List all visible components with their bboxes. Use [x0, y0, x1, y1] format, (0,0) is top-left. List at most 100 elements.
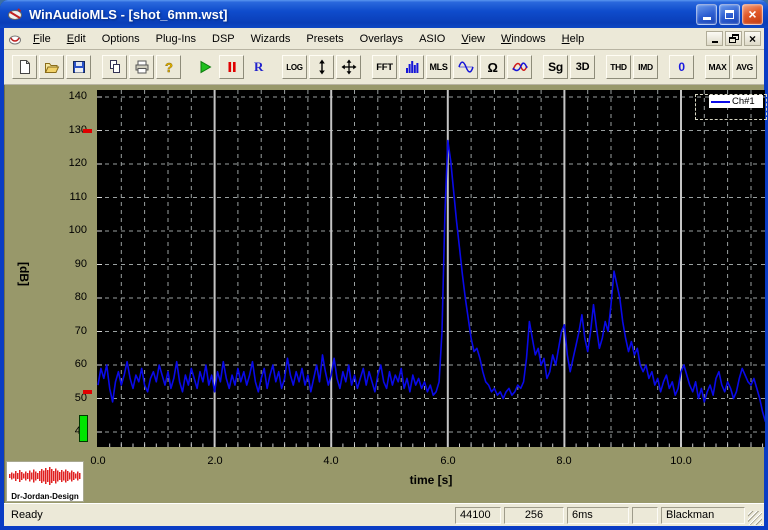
- mdi-minimize-icon: [711, 41, 718, 43]
- x-axis-label: time [s]: [409, 473, 453, 487]
- y-tick-label: 70: [74, 325, 87, 337]
- mls-button[interactable]: MLS: [426, 55, 451, 79]
- y-tick-label: 60: [74, 358, 87, 370]
- y-tick-label: 100: [68, 224, 87, 236]
- menu-bar: File Edit Options Plug-Ins DSP Wizards Presets…: [4, 28, 764, 50]
- resize-grip[interactable]: [748, 511, 762, 525]
- print-button[interactable]: [129, 55, 154, 79]
- log-scale-button[interactable]: LOG: [282, 55, 307, 79]
- legend-label: Ch#1: [732, 95, 755, 107]
- status-message: Ready: [11, 509, 43, 521]
- client-area: [dB] Ch#1 time [s] Dr-Jordan-Design 140 1…: [4, 85, 767, 503]
- imd-button[interactable]: IMD: [633, 55, 658, 79]
- menu-presets[interactable]: Presets: [298, 30, 351, 48]
- plot-area[interactable]: [97, 90, 767, 447]
- close-button[interactable]: ×: [742, 3, 763, 25]
- vendor-logo-text: Dr-Jordan-Design: [11, 492, 79, 501]
- help-icon: ?: [161, 59, 177, 75]
- mdi-close-button[interactable]: ×: [744, 31, 761, 46]
- menu-items: File Edit Options Plug-Ins DSP Wizards Presets…: [25, 30, 704, 48]
- menu-dsp[interactable]: DSP: [204, 30, 243, 48]
- menu-edit[interactable]: Edit: [59, 30, 94, 48]
- x-tick-label: 8.0: [556, 455, 572, 467]
- red-range-marker[interactable]: [83, 390, 92, 394]
- new-button[interactable]: [12, 55, 37, 79]
- thd-button[interactable]: THD: [606, 55, 631, 79]
- status-bar: Ready 44100 256 6ms Blackman: [4, 503, 764, 526]
- open-folder-icon: [44, 59, 60, 75]
- threed-button[interactable]: 3D: [570, 55, 595, 79]
- fft-button[interactable]: FFT: [372, 55, 397, 79]
- zero-button-label: 0: [678, 60, 685, 74]
- status-field-empty: [632, 506, 658, 524]
- impedance-button-label: Ω: [487, 59, 498, 75]
- zero-button[interactable]: 0: [669, 55, 694, 79]
- record-button[interactable]: R: [246, 55, 271, 79]
- toolbar: ? R LOG FFT MLS Ω Sg 3D THD IMD 0 MAX AVG: [4, 50, 764, 85]
- generator-button[interactable]: [453, 55, 478, 79]
- thd-button-label: THD: [610, 62, 627, 72]
- avg-button[interactable]: AVG: [732, 55, 757, 79]
- v-range-icon: [314, 59, 330, 75]
- red-range-marker[interactable]: [83, 129, 92, 133]
- fft-button-label: FFT: [376, 61, 393, 73]
- spectrum-button[interactable]: [399, 55, 424, 79]
- menu-help[interactable]: Help: [554, 30, 593, 48]
- max-button-label: MAX: [708, 62, 727, 72]
- title-bar[interactable]: WinAudioMLS - [shot_6mm.wst] ×: [0, 0, 768, 28]
- mdi-minimize-button[interactable]: [706, 31, 723, 46]
- sg-button[interactable]: Sg: [543, 55, 568, 79]
- signal-trace: [97, 139, 767, 423]
- menu-file[interactable]: File: [25, 30, 59, 48]
- legend-selection-frame[interactable]: Ch#1: [695, 94, 767, 120]
- y-tick-label: 80: [74, 291, 87, 303]
- menu-windows[interactable]: Windows: [493, 30, 554, 48]
- spectrum-bars-icon: [404, 59, 420, 75]
- pan-arrows-icon: [341, 59, 357, 75]
- mls-button-label: MLS: [429, 62, 448, 72]
- status-field-256: 256: [504, 506, 564, 524]
- y-tick-label: 120: [68, 157, 87, 169]
- save-floppy-icon: [71, 59, 87, 75]
- printer-icon: [134, 59, 150, 75]
- menu-asio[interactable]: ASIO: [411, 30, 453, 48]
- record-button-label: R: [253, 59, 264, 74]
- legend-box[interactable]: Ch#1: [709, 95, 763, 108]
- log-scale-button-label: LOG: [286, 62, 303, 72]
- x-tick-label: 4.0: [323, 455, 339, 467]
- maximize-button[interactable]: [719, 3, 740, 25]
- status-fields: 44100 256 6ms Blackman: [455, 506, 748, 524]
- menu-wizards[interactable]: Wizards: [243, 30, 299, 48]
- copy-button[interactable]: [102, 55, 127, 79]
- save-button[interactable]: [66, 55, 91, 79]
- impedance-button[interactable]: Ω: [480, 55, 505, 79]
- svg-text:?: ?: [165, 60, 173, 75]
- window-title: WinAudioMLS - [shot_6mm.wst]: [29, 6, 228, 22]
- max-button[interactable]: MAX: [705, 55, 730, 79]
- play-button[interactable]: [192, 55, 217, 79]
- overlay-curves-icon: [511, 59, 528, 75]
- pause-button[interactable]: [219, 55, 244, 79]
- menu-plug-ins[interactable]: Plug-Ins: [148, 30, 204, 48]
- menu-options[interactable]: Options: [94, 30, 148, 48]
- help-button[interactable]: ?: [156, 55, 181, 79]
- copy-pages-icon: [107, 59, 123, 75]
- status-field-blackman: Blackman: [661, 506, 745, 524]
- pan-button[interactable]: [336, 55, 361, 79]
- vendor-logo: Dr-Jordan-Design: [6, 461, 84, 502]
- y-axis-label: [dB]: [17, 262, 31, 286]
- y-tick-label: 130: [68, 124, 87, 136]
- minimize-button[interactable]: [696, 3, 717, 25]
- overlay-curves-button[interactable]: [507, 55, 532, 79]
- menu-view[interactable]: View: [453, 30, 493, 48]
- menu-overlays[interactable]: Overlays: [352, 30, 411, 48]
- y-tick-label: 90: [74, 258, 87, 270]
- close-icon: ×: [748, 6, 757, 22]
- vertical-range-button[interactable]: [309, 55, 334, 79]
- mdi-restore-button[interactable]: [725, 31, 742, 46]
- sine-wave-icon: [457, 59, 474, 75]
- maximize-icon: [725, 9, 734, 19]
- mdi-restore-icon: [728, 34, 739, 43]
- threed-button-label: 3D: [575, 61, 590, 73]
- open-button[interactable]: [39, 55, 64, 79]
